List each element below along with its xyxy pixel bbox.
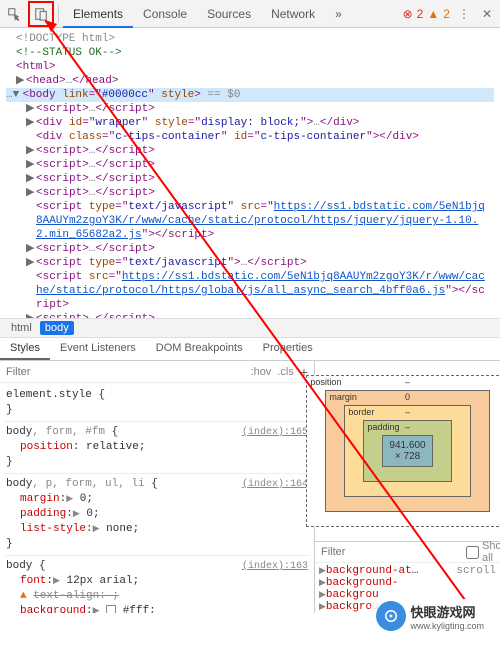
breadcrumb-body[interactable]: body — [40, 321, 74, 335]
breadcrumb: html body — [0, 318, 500, 338]
warning-icon[interactable]: ▲ — [427, 7, 439, 21]
cls-toggle[interactable]: .cls — [271, 366, 300, 378]
devtools-toolbar: Elements Console Sources Network » ⊗2 ▲2… — [0, 0, 500, 28]
breadcrumb-html[interactable]: html — [6, 321, 37, 335]
warning-icon: ▲ — [20, 590, 27, 602]
computed-filter-input[interactable] — [321, 546, 463, 558]
dom-script-src2[interactable]: <script src="https://ss1.bdstatic.com/5e… — [6, 270, 494, 312]
inspect-element-icon[interactable] — [0, 0, 28, 28]
watermark: 快眼游戏网 www.kyligting.com — [370, 599, 490, 633]
dom-div-wrapper[interactable]: ▶<div id="wrapper" style="display: block… — [6, 116, 494, 130]
device-toolbar-icon[interactable] — [28, 1, 54, 27]
stab-styles[interactable]: Styles — [0, 338, 50, 360]
styles-filter-input[interactable] — [6, 366, 251, 378]
dom-comment[interactable]: <!--STATUS OK--> — [6, 46, 494, 60]
error-count[interactable]: 2 — [417, 7, 424, 21]
styles-filter-row: :hov .cls + — [0, 361, 314, 383]
close-icon[interactable]: ✕ — [478, 7, 496, 21]
dom-doctype[interactable]: <!DOCTYPE html> — [6, 32, 494, 46]
computed-filter-row: Show all — [315, 541, 500, 563]
dom-script-src1[interactable]: <script type="text/javascript" src="http… — [6, 200, 494, 242]
panel-tabs: Elements Console Sources Network » — [63, 0, 352, 28]
dom-script-3[interactable]: ▶<script>…</script> — [6, 158, 494, 172]
tab-network[interactable]: Network — [261, 0, 325, 28]
hov-toggle[interactable]: :hov — [251, 366, 272, 378]
computed-pane: position– margin0 border– padding– 941.6… — [315, 361, 500, 613]
dom-body-open[interactable]: …▼<body link="#0000cc" style> == $0 — [6, 88, 494, 102]
style-rules[interactable]: element.style {} (index):165body, form, … — [0, 383, 314, 613]
box-model[interactable]: position– margin0 border– padding– 941.6… — [315, 361, 500, 541]
dom-tree[interactable]: <!DOCTYPE html> <!--STATUS OK--> <html> … — [0, 28, 500, 318]
dom-div-tips[interactable]: <div class="c-tips-container" id="c-tips… — [6, 130, 494, 144]
stab-properties[interactable]: Properties — [253, 338, 323, 360]
tab-elements[interactable]: Elements — [63, 0, 133, 28]
dom-script-5[interactable]: ▶<script>…</script> — [6, 186, 494, 200]
tab-sources[interactable]: Sources — [197, 0, 261, 28]
styles-tabs: Styles Event Listeners DOM Breakpoints P… — [0, 338, 500, 361]
dom-script-js-type[interactable]: ▶<script type="text/javascript">…</scrip… — [6, 256, 494, 270]
dom-script-2[interactable]: ▶<script>…</script> — [6, 144, 494, 158]
dom-html-open[interactable]: <html> — [6, 60, 494, 74]
dom-head[interactable]: ▶<head>…</head> — [6, 74, 494, 88]
stab-event[interactable]: Event Listeners — [50, 338, 146, 360]
watermark-url: www.kyligting.com — [410, 621, 484, 631]
watermark-text: 快眼游戏网 — [410, 602, 484, 621]
error-icon[interactable]: ⊗ — [403, 7, 413, 21]
stab-dom-bp[interactable]: DOM Breakpoints — [146, 338, 253, 360]
styles-pane: :hov .cls + element.style {} (index):165… — [0, 361, 315, 613]
watermark-logo — [376, 601, 406, 631]
lower-panes: :hov .cls + element.style {} (index):165… — [0, 361, 500, 613]
dom-script-6[interactable]: ▶<script>…</script> — [6, 242, 494, 256]
divider — [58, 5, 59, 23]
dom-script-1[interactable]: ▶<script>…</script> — [6, 102, 494, 116]
warning-count[interactable]: 2 — [443, 7, 450, 21]
toolbar-right: ⊗2 ▲2 ⋮ ✕ — [403, 7, 500, 21]
tab-console[interactable]: Console — [133, 0, 197, 28]
show-all-checkbox[interactable] — [466, 546, 479, 559]
tab-overflow[interactable]: » — [325, 0, 352, 28]
settings-icon[interactable]: ⋮ — [454, 7, 474, 21]
dom-script-4[interactable]: ▶<script>…</script> — [6, 172, 494, 186]
show-all-label: Show all — [482, 540, 500, 564]
color-swatch[interactable] — [106, 605, 116, 613]
